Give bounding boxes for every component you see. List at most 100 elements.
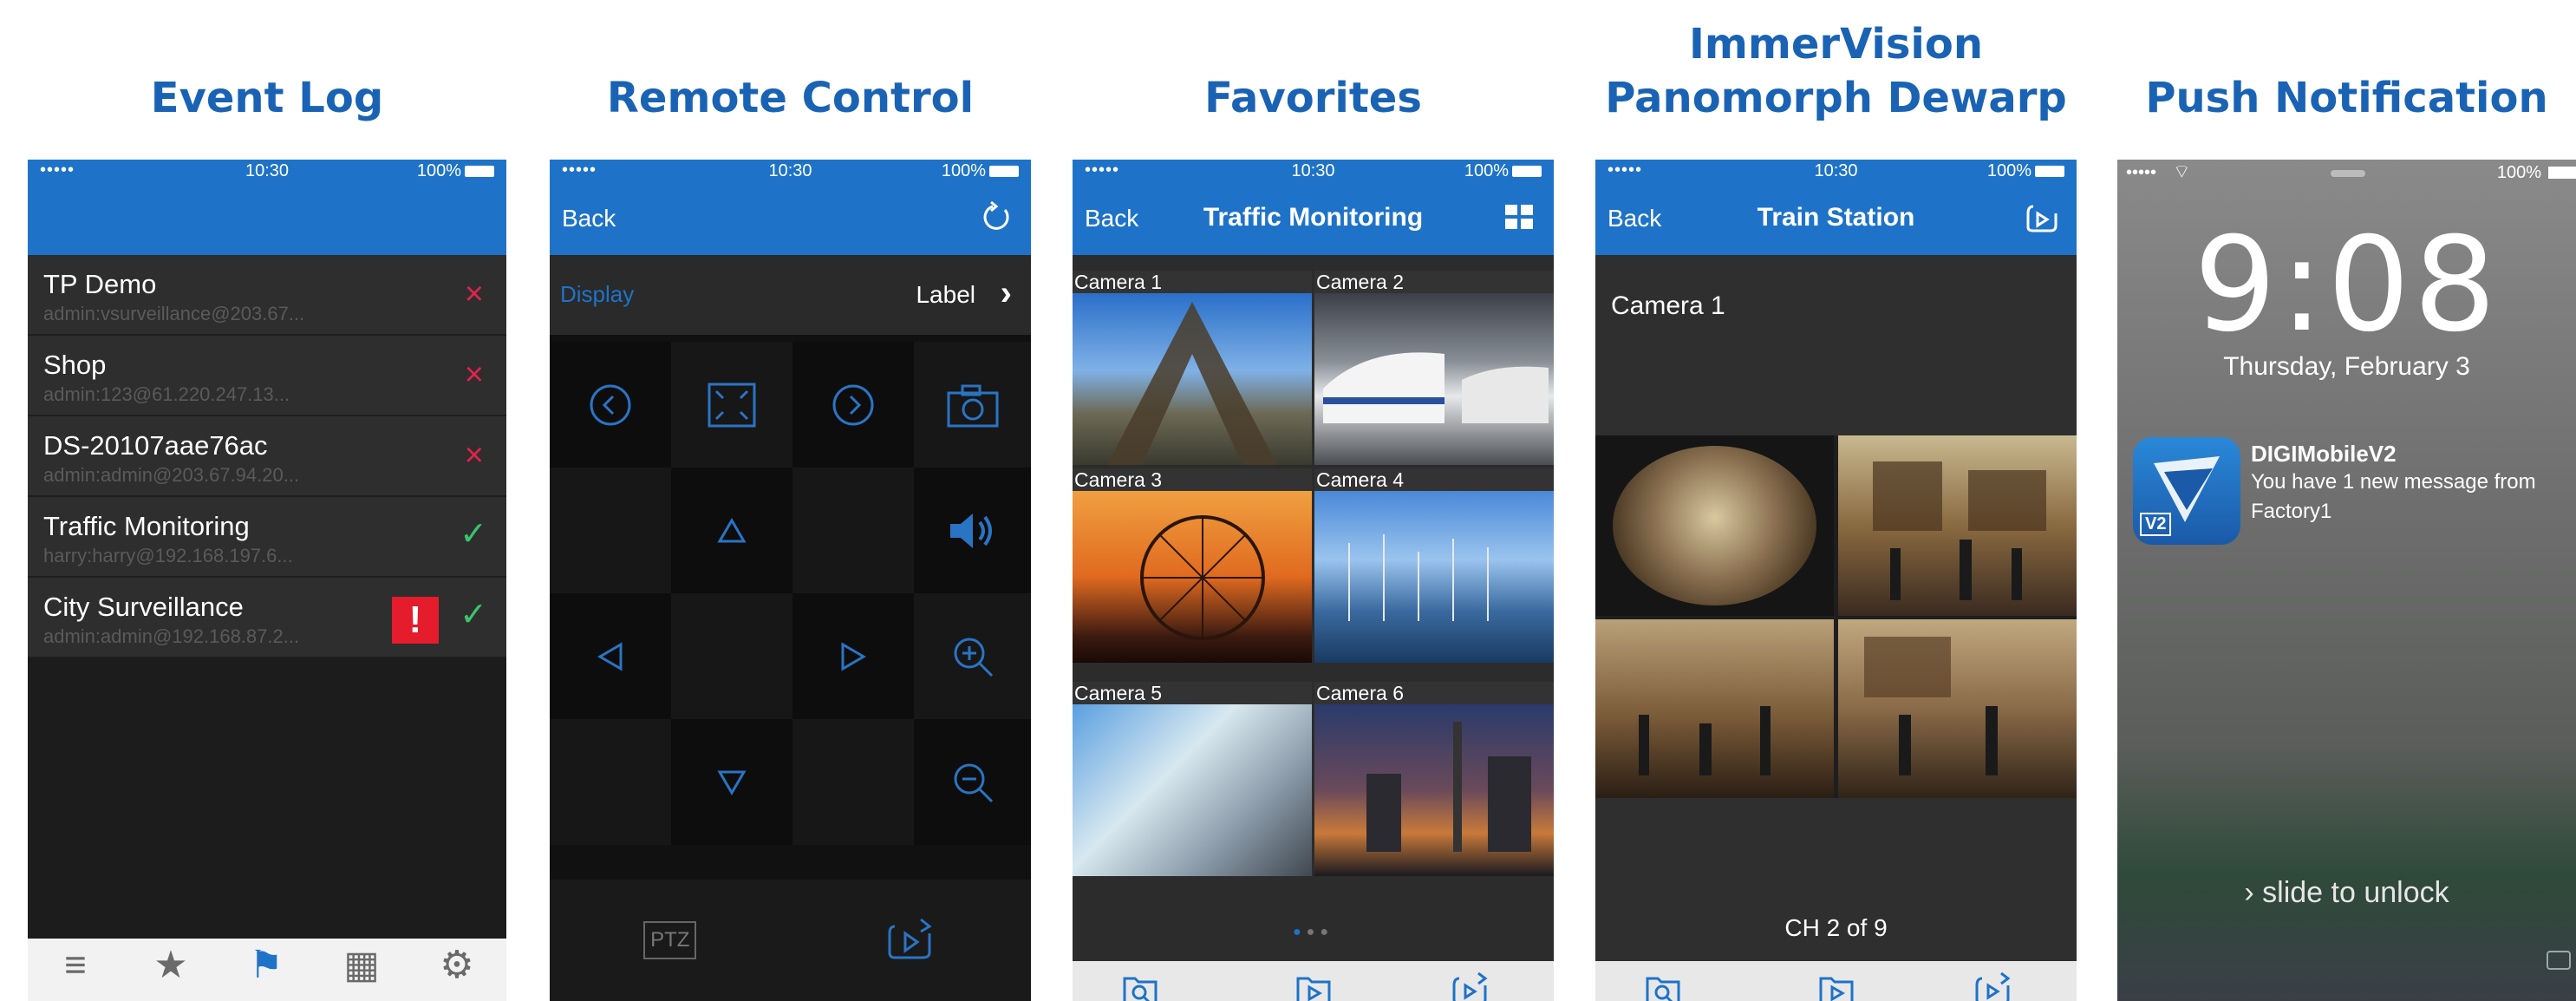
- lock-date: Thursday, February 3: [2223, 352, 2470, 381]
- delete-icon[interactable]: ×: [465, 358, 484, 391]
- notification[interactable]: V2 DIGIMobileV2 You have 1 new message f…: [2117, 429, 2576, 550]
- zoom-out-button[interactable]: [914, 719, 1031, 845]
- playback-icon[interactable]: [1973, 970, 2012, 1001]
- next-button[interactable]: [792, 342, 914, 468]
- camera-label: Camera 6: [1314, 682, 1554, 704]
- status-bar: ••••• 10:30 100%: [28, 160, 506, 182]
- page-dot: ●: [1320, 925, 1334, 939]
- ptz-right-button[interactable]: [792, 593, 914, 719]
- gear-icon[interactable]: ⚙: [409, 944, 505, 987]
- camera-tile[interactable]: Camera 6: [1314, 682, 1554, 876]
- back-button[interactable]: Back: [562, 205, 616, 232]
- alert-icon[interactable]: !: [392, 597, 439, 644]
- event-name: Shop: [43, 350, 107, 380]
- battery-icon: [465, 166, 494, 178]
- refresh-icon[interactable]: [979, 200, 1014, 234]
- bottom-toolbar: [1595, 961, 2077, 1001]
- event-address: harry:harry@192.168.197.6...: [43, 545, 293, 566]
- playback-button[interactable]: [790, 880, 1031, 1001]
- tab-bar: ≡ ★ ⚑ ▦ ⚙: [28, 939, 506, 1001]
- notch-indicator: [2331, 170, 2365, 177]
- ptz-down-button[interactable]: [671, 719, 792, 845]
- page-title: Train Station: [1757, 203, 1915, 232]
- camera-tile[interactable]: Camera 3: [1073, 468, 1312, 663]
- play-folder-icon[interactable]: [1295, 970, 1333, 1001]
- event-name: City Surveillance: [43, 592, 244, 622]
- status-bar: ••••• 10:30 100%: [1073, 160, 1554, 182]
- event-row[interactable]: TP Demo admin:vsurveillance@203.67... ×: [28, 255, 506, 336]
- camera-tile[interactable]: Camera 5: [1073, 682, 1312, 876]
- nav-bar: Back Train Station: [1595, 182, 2077, 255]
- search-folder-icon[interactable]: [1644, 970, 1682, 1001]
- nav-bar: Back: [550, 182, 1031, 255]
- camera-tile[interactable]: Camera 1: [1073, 271, 1312, 465]
- channel-indicator: CH 2 of 9: [1784, 914, 1888, 941]
- event-row[interactable]: Traffic Monitoring harry:harry@192.168.1…: [28, 497, 506, 578]
- previous-button[interactable]: [550, 342, 671, 468]
- camera-feed: [1314, 293, 1554, 465]
- dewarp-screen: ••••• 10:30 100% Back Train Station Came…: [1595, 160, 2077, 1001]
- signal-indicator: •••••: [2126, 163, 2157, 182]
- layout-grid-icon[interactable]: [1502, 200, 1536, 234]
- ptz-left-button[interactable]: [550, 593, 671, 719]
- battery-icon: [989, 166, 1019, 178]
- camera-label: Camera 1: [1073, 271, 1312, 293]
- zoom-out-icon: [954, 763, 993, 802]
- delete-icon[interactable]: ×: [465, 278, 484, 311]
- display-label: Display: [560, 281, 635, 307]
- star-icon[interactable]: ★: [123, 944, 218, 987]
- empty-cell: [671, 593, 792, 719]
- empty-cell: [792, 719, 914, 845]
- zoom-in-button[interactable]: [914, 593, 1031, 719]
- fullscreen-button[interactable]: [671, 342, 792, 468]
- empty-cell: [550, 468, 671, 593]
- slide-to-unlock[interactable]: › slide to unlock: [2117, 876, 2576, 910]
- nav-bar: Back Traffic Monitoring: [1073, 182, 1554, 255]
- lock-status-bar: ••••• ⌔ 100%: [2117, 160, 2576, 186]
- battery-indicator: 100%: [2496, 163, 2541, 182]
- status-bar: ••••• 10:30 100%: [1595, 160, 2077, 182]
- search-folder-icon[interactable]: [1121, 970, 1159, 1001]
- play-folder-icon[interactable]: [1817, 970, 1855, 1001]
- ptz-up-button[interactable]: [671, 468, 792, 593]
- page-dot-active: ●: [1292, 925, 1307, 939]
- camera-feed: [1314, 704, 1554, 876]
- ptz-label: PTZ: [643, 921, 697, 959]
- ptz-button[interactable]: PTZ: [550, 880, 791, 1001]
- camera-label: Camera 5: [1073, 682, 1312, 704]
- playback-icon[interactable]: [2025, 200, 2059, 234]
- page-indicator: ●●●: [1073, 925, 1554, 940]
- remote-control-screen: ••••• 10:30 100% Back Display Label › PT…: [550, 160, 1031, 1001]
- display-value: Label: [916, 281, 975, 308]
- fullscreen-icon: [708, 383, 756, 427]
- playback-icon[interactable]: [1451, 970, 1489, 1001]
- battery-indicator: 100%: [1987, 161, 2064, 181]
- wifi-icon: ⌔: [2173, 160, 2191, 182]
- camera-tile[interactable]: Camera 4: [1314, 468, 1554, 663]
- event-name: TP Demo: [43, 269, 157, 299]
- menu-icon[interactable]: ≡: [28, 944, 123, 987]
- lock-screen: ••••• ⌔ 100% 9:08 Thursday, February 3 V…: [2117, 160, 2576, 1001]
- camera-tile[interactable]: Camera 2: [1314, 271, 1554, 465]
- panel-title-remote-control: Remote Control: [606, 74, 975, 122]
- delete-icon[interactable]: ×: [465, 439, 484, 472]
- app-icon: V2: [2133, 437, 2240, 545]
- display-row[interactable]: Display Label ›: [550, 255, 1031, 335]
- event-address: admin:admin@192.168.87.2...: [43, 625, 300, 647]
- event-row[interactable]: Shop admin:123@61.220.247.13... ×: [28, 336, 506, 416]
- event-row[interactable]: DS-20107aae76ac admin:admin@203.67.94.20…: [28, 416, 506, 497]
- favorites-screen: ••••• 10:30 100% Back Traffic Monitoring…: [1073, 160, 1554, 1001]
- audio-button[interactable]: [914, 468, 1031, 593]
- event-row[interactable]: City Surveillance admin:admin@192.168.87…: [28, 578, 506, 658]
- page-dot: ●: [1306, 925, 1321, 939]
- arrow-right-circle-icon: [832, 384, 874, 425]
- check-icon: ✓: [460, 516, 487, 553]
- triangle-up-icon: [717, 517, 747, 542]
- snapshot-button[interactable]: [914, 342, 1031, 468]
- calendar-icon[interactable]: ▦: [314, 944, 409, 987]
- camera-icon[interactable]: [2547, 951, 2571, 970]
- panel-title-event-log: Event Log: [150, 74, 384, 122]
- dewarp-view[interactable]: [1595, 435, 2077, 798]
- event-icon[interactable]: ⚑: [218, 944, 314, 987]
- panel-title-favorites: Favorites: [1204, 74, 1422, 122]
